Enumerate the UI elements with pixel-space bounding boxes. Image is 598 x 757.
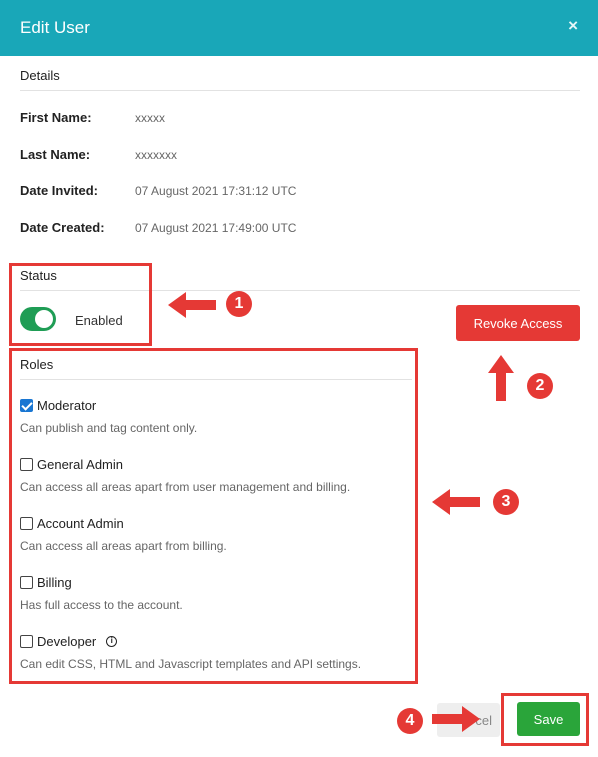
arrow-right-icon xyxy=(432,706,480,732)
annotation-badge-3: 3 xyxy=(493,489,519,515)
date-created-label: Date Created: xyxy=(20,220,105,235)
date-invited-label: Date Invited: xyxy=(20,183,99,198)
status-highlight-box xyxy=(9,263,152,346)
roles-highlight-box xyxy=(9,348,418,684)
modal-header: Edit User × xyxy=(0,0,598,56)
arrow-left-icon xyxy=(432,489,480,515)
date-created-value: 07 August 2021 17:49:00 UTC xyxy=(135,221,297,235)
first-name-value: xxxxx xyxy=(135,111,165,125)
last-name-value: xxxxxxx xyxy=(135,148,177,162)
details-divider xyxy=(20,90,580,91)
annotation-badge-2: 2 xyxy=(527,373,553,399)
modal-title: Edit User xyxy=(20,18,90,37)
revoke-access-button[interactable]: Revoke Access xyxy=(456,305,580,341)
annotation-badge-1: 1 xyxy=(226,291,252,317)
annotation-badge-4: 4 xyxy=(397,708,423,734)
last-name-label: Last Name: xyxy=(20,147,91,162)
arrow-left-icon xyxy=(168,292,216,318)
save-highlight-box xyxy=(501,693,589,746)
first-name-label: First Name: xyxy=(20,110,92,125)
date-invited-value: 07 August 2021 17:31:12 UTC xyxy=(135,184,297,198)
arrow-up-icon xyxy=(488,355,514,401)
details-heading: Details xyxy=(20,68,60,83)
close-icon[interactable]: × xyxy=(568,16,578,36)
